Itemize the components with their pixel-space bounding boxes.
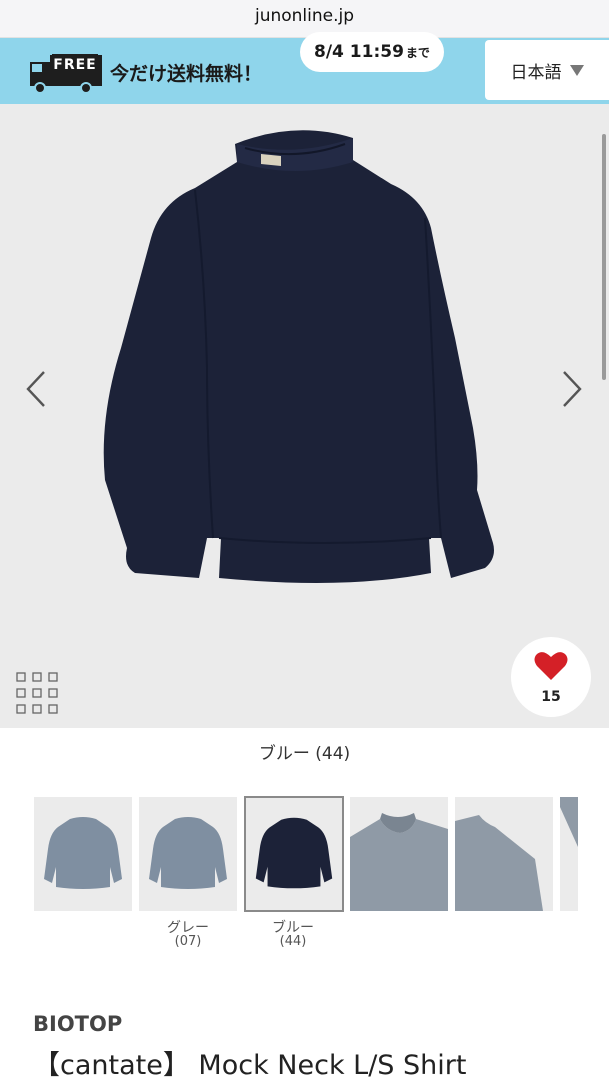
thumbnail-image: [34, 797, 132, 911]
scroll-indicator: [602, 134, 606, 380]
language-selector[interactable]: 日本語: [485, 40, 609, 100]
thumbnail-image: [246, 798, 342, 910]
thumbnail-1[interactable]: [34, 797, 132, 911]
thumbnail-image: [139, 797, 237, 911]
thumbnail-4[interactable]: [350, 797, 448, 911]
chevron-right-icon[interactable]: [556, 366, 586, 412]
caret-down-icon: [569, 64, 584, 76]
language-label: 日本語: [510, 62, 562, 83]
thumbnail-2[interactable]: [139, 797, 237, 911]
thumbnail-color-code: (07): [174, 934, 202, 949]
thumbnail-image: [455, 797, 553, 911]
thumbnail-5[interactable]: [455, 797, 553, 911]
thumbnail-color-name: グレー: [167, 920, 209, 936]
url-text: junonline.jp: [254, 6, 355, 26]
brand-name[interactable]: BIOTOP: [33, 1012, 122, 1036]
free-badge: FREE: [52, 54, 98, 76]
thumbnail-3-caption: ブルー (44): [244, 921, 342, 949]
selected-color-label: ブルー (44): [258, 744, 351, 764]
banner-message: 今だけ送料無料！: [110, 63, 263, 85]
chevron-left-icon[interactable]: [22, 366, 52, 412]
browser-address-bar[interactable]: junonline.jp: [0, 0, 609, 38]
thumbnail-image: [560, 797, 578, 911]
thumbnail-color-code: (44): [279, 934, 307, 949]
heart-icon: [534, 652, 568, 680]
color-thumbnail-strip[interactable]: グレー (07) ブルー (44): [0, 796, 609, 957]
product-title: 【cantate】 Mock Neck L/S Shirt: [33, 1050, 467, 1080]
product-image-gallery[interactable]: 15: [0, 104, 609, 728]
thumbnail-image: [350, 797, 448, 911]
favorite-count: 15: [541, 689, 561, 705]
thumbnail-3-selected[interactable]: [244, 796, 344, 912]
deadline-time: 8/4 11:59: [314, 42, 404, 62]
deadline-suffix: まで: [405, 45, 430, 60]
thumbnail-6-partial[interactable]: [560, 797, 578, 911]
product-image-sweater: [103, 130, 494, 583]
thumbnail-2-caption: グレー (07): [139, 921, 237, 949]
thumbnail-color-name: ブルー: [272, 920, 314, 936]
deadline-pill: 8/4 11:59 まで: [300, 32, 444, 72]
grid-view-icon[interactable]: [15, 671, 59, 715]
favorite-button[interactable]: 15: [511, 637, 591, 717]
